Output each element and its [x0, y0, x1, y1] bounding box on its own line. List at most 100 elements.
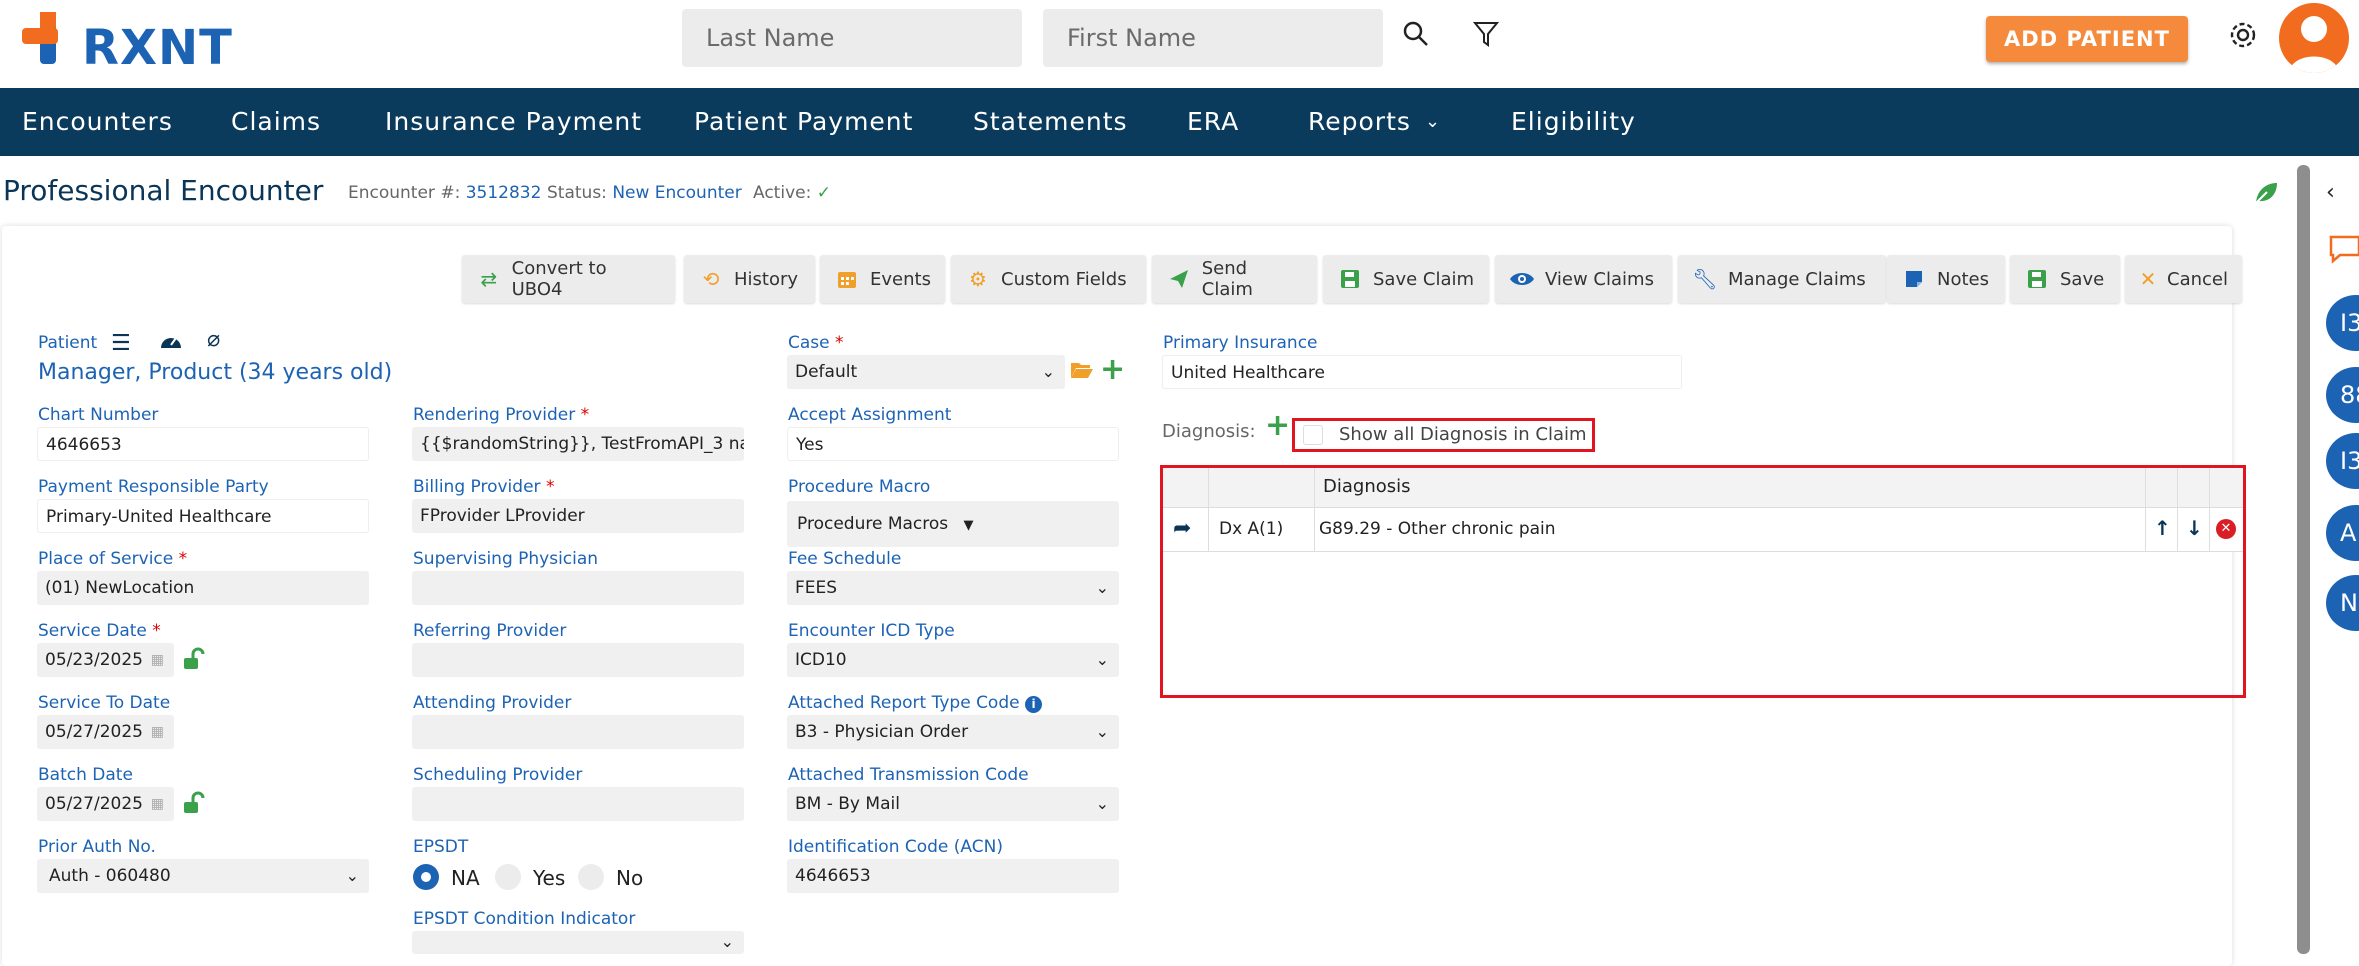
referring-field[interactable] — [412, 643, 744, 677]
service-to-date-label: Service To Date — [38, 693, 171, 713]
case-label-text: Case — [788, 333, 830, 353]
notes-button[interactable]: Notes — [1887, 255, 2005, 303]
place-of-service-field[interactable]: (01) NewLocation — [37, 571, 369, 605]
transmission-value: BM - By Mail — [795, 794, 900, 814]
transmission-label: Attached Transmission Code — [788, 765, 1029, 785]
share-arrow-icon[interactable]: ➦ — [1173, 516, 1191, 541]
paper-plane-icon — [1166, 266, 1192, 292]
epsdt-yes-radio[interactable] — [495, 864, 521, 890]
send-claim-button[interactable]: Send Claim — [1152, 255, 1317, 303]
menu-icon[interactable]: ☰ — [111, 331, 131, 356]
scrollbar-thumb[interactable] — [2297, 165, 2310, 954]
service-to-date-field[interactable]: 05/27/2025 ▦ — [37, 715, 174, 749]
manage-claims-button[interactable]: 🔧︎ Manage Claims — [1678, 255, 1886, 303]
epsdt-na-label: NA — [451, 866, 480, 890]
epsdt-na-radio[interactable] — [413, 864, 439, 890]
nav-statements[interactable]: Statements — [973, 88, 1128, 156]
view-claims-button[interactable]: View Claims — [1495, 255, 1672, 303]
save-button[interactable]: Save — [2010, 255, 2120, 303]
arrow-down-icon[interactable]: ↓ — [2186, 516, 2203, 540]
scheduling-label: Scheduling Provider — [413, 765, 583, 785]
add-patient-button[interactable]: ADD PATIENT — [1986, 16, 2188, 62]
chevron-down-icon: ⌄ — [1095, 578, 1109, 597]
calendar-icon[interactable]: ▦ — [151, 643, 164, 677]
chat-icon[interactable] — [2328, 234, 2359, 264]
user-avatar[interactable] — [2279, 3, 2349, 73]
report-type-select[interactable]: B3 - Physician Order ⌄ — [787, 715, 1119, 749]
cancel-button[interactable]: ✕ Cancel — [2125, 255, 2242, 303]
service-date-field[interactable]: 05/23/2025 ▦ — [37, 643, 174, 677]
table-row[interactable]: ➦ Dx A(1) G89.29 - Other chronic pain ↑ … — [1163, 508, 2243, 552]
arrow-up-icon[interactable]: ↑ — [2154, 516, 2171, 540]
diagnosis-label: Diagnosis: — [1162, 421, 1256, 442]
add-case-icon[interactable]: + — [1100, 355, 1125, 385]
nav-patient-payment[interactable]: Patient Payment — [694, 88, 913, 156]
paperclip-icon[interactable]: ⌀ — [207, 327, 220, 352]
nav-era[interactable]: ERA — [1187, 88, 1239, 156]
nav-insurance-payment[interactable]: Insurance Payment — [385, 88, 642, 156]
accept-assignment-label: Accept Assignment — [788, 405, 952, 425]
epsdt-no-radio[interactable] — [578, 864, 604, 890]
last-name-search-input[interactable]: Last Name — [682, 9, 1022, 67]
show-all-diagnosis-checkbox[interactable]: Show all Diagnosis in Claim — [1292, 418, 1595, 452]
delete-icon[interactable]: ✕ — [2216, 519, 2236, 539]
convert-to-ubo4-button[interactable]: ⇄ Convert to UBO4 — [462, 255, 675, 303]
manage-claims-label: Manage Claims — [1728, 268, 1866, 290]
chevron-left-icon[interactable]: ‹ — [2326, 180, 2335, 205]
prior-auth-select[interactable]: Auth - 060480 ⌄ — [37, 859, 369, 893]
attending-field[interactable] — [412, 715, 744, 749]
calendar-icon[interactable]: ▦ — [151, 787, 164, 821]
history-button[interactable]: ⟲ History — [684, 255, 815, 303]
nav-eligibility[interactable]: Eligibility — [1511, 88, 1636, 156]
service-date-label-text: Service Date — [38, 621, 147, 641]
epsdt-condition-select[interactable]: ⌄ — [412, 931, 744, 954]
prior-auth-label: Prior Auth No. — [38, 837, 156, 857]
attending-label: Attending Provider — [413, 693, 572, 713]
gear-icon[interactable] — [2226, 18, 2260, 52]
save-label: Save — [2060, 268, 2105, 290]
rxnt-logo[interactable]: RXNT — [22, 12, 232, 76]
chart-number-field[interactable]: 4646653 — [37, 427, 369, 461]
supervising-field[interactable] — [412, 571, 744, 605]
unlock-icon[interactable] — [181, 647, 205, 671]
case-select[interactable]: Default ⌄ — [787, 355, 1065, 389]
active-label: Active: — [753, 183, 812, 203]
custom-fields-button[interactable]: ⚙ Custom Fields — [951, 255, 1146, 303]
payment-party-field[interactable]: Primary-United Healthcare — [37, 499, 369, 533]
events-button[interactable]: Events — [820, 255, 945, 303]
procedure-macro-select[interactable]: Procedure Macros ▼ — [787, 501, 1119, 547]
unlock-icon[interactable] — [181, 791, 205, 815]
scheduling-field[interactable] — [412, 787, 744, 821]
filter-icon[interactable] — [1470, 18, 1502, 50]
checkbox-box[interactable] — [1303, 425, 1323, 445]
nav-reports[interactable]: Reports — [1308, 88, 1411, 156]
nav-encounters[interactable]: Encounters — [22, 88, 173, 156]
events-label: Events — [870, 268, 931, 290]
calendar-icon[interactable]: ▦ — [151, 715, 164, 749]
procedure-macro-value: Procedure Macros — [797, 514, 949, 534]
transmission-select[interactable]: BM - By Mail ⌄ — [787, 787, 1119, 821]
leaf-icon[interactable] — [2253, 180, 2279, 206]
chevron-down-icon: ⌄ — [1095, 650, 1109, 669]
primary-insurance-field[interactable]: United Healthcare — [1162, 355, 1682, 389]
info-icon[interactable]: i — [1025, 696, 1042, 713]
prior-auth-value: Auth - 060480 — [49, 866, 171, 886]
acn-field[interactable]: 4646653 — [787, 859, 1119, 893]
chevron-down-icon[interactable]: ⌄ — [1425, 88, 1441, 156]
service-to-date-value: 05/27/2025 — [45, 722, 143, 742]
patient-name[interactable]: Manager, Product (34 years old) — [38, 360, 392, 385]
fee-schedule-select[interactable]: FEES ⌄ — [787, 571, 1119, 605]
batch-date-field[interactable]: 05/27/2025 ▦ — [37, 787, 174, 821]
encounter-number: 3512832 — [465, 183, 542, 203]
nav-claims[interactable]: Claims — [231, 88, 321, 156]
save-claim-button[interactable]: Save Claim — [1323, 255, 1489, 303]
billing-provider-field[interactable]: FProvider LProvider — [412, 499, 744, 533]
first-name-search-input[interactable]: First Name — [1043, 9, 1383, 67]
dashboard-icon[interactable] — [159, 330, 185, 354]
rendering-provider-field[interactable]: {{$randomString}}, TestFromAPI_3 name — [412, 427, 744, 461]
accept-assignment-field[interactable]: Yes — [787, 427, 1119, 461]
icd-type-select[interactable]: ICD10 ⌄ — [787, 643, 1119, 677]
search-icon[interactable] — [1400, 18, 1432, 50]
add-diagnosis-icon[interactable]: + — [1265, 411, 1290, 441]
folder-open-icon[interactable] — [1070, 360, 1094, 382]
